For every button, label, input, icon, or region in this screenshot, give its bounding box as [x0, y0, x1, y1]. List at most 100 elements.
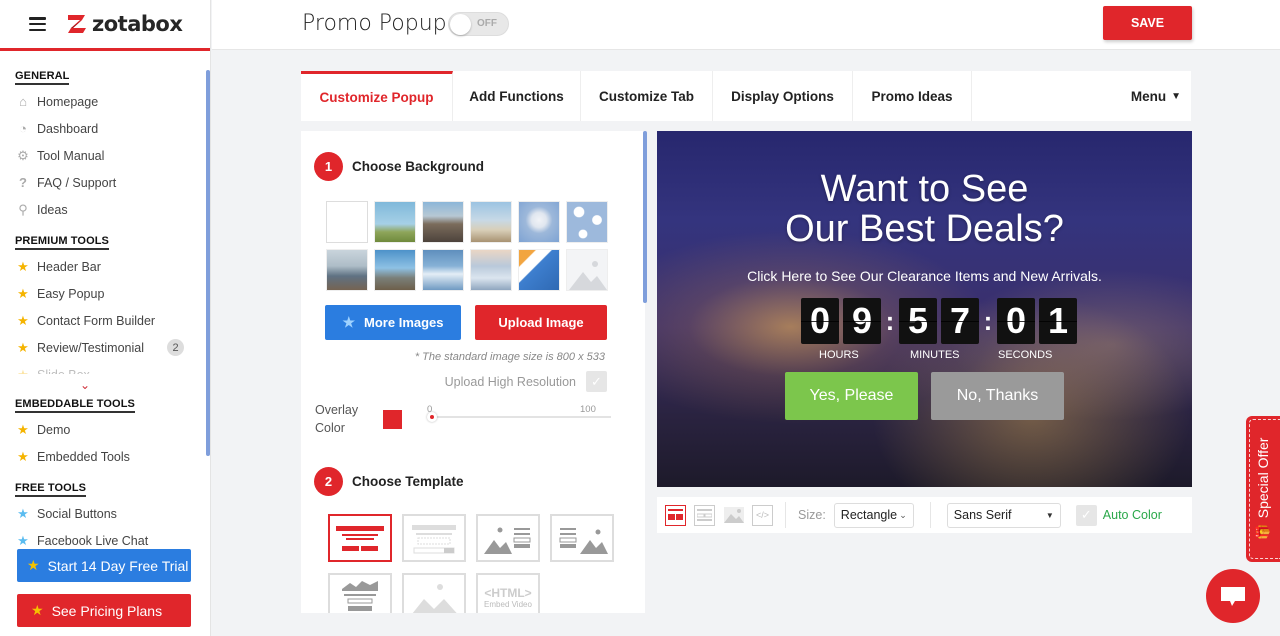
- template-image-left-icon: [484, 527, 531, 554]
- timer-digit: 9: [843, 298, 881, 344]
- bg-thumb-winter[interactable]: [470, 249, 512, 291]
- bg-thumb-city[interactable]: [422, 201, 464, 243]
- layout-form-icon[interactable]: [694, 504, 715, 526]
- sidebar-item-contact-form[interactable]: ★ Contact Form Builder: [0, 307, 206, 334]
- sidebar-item-easy-popup[interactable]: ★ Easy Popup: [0, 280, 206, 307]
- sidebar-item-social-buttons[interactable]: ★ Social Buttons: [0, 500, 206, 527]
- more-images-label: More Images: [364, 315, 444, 330]
- sidebar-item-faq[interactable]: ? FAQ / Support: [0, 169, 206, 196]
- timer-digit: 1: [1039, 298, 1077, 344]
- sidebar-item-embedded-tools[interactable]: ★ Embedded Tools: [0, 443, 206, 470]
- template-html-embed[interactable]: <HTML> Embed Video: [476, 573, 540, 613]
- layout-image-icon[interactable]: [723, 505, 744, 526]
- sidebar-scrollbar[interactable]: [206, 70, 210, 456]
- star-icon: ★: [27, 557, 40, 573]
- sidebar-item-review[interactable]: ★ Review/Testimonial 2: [0, 334, 206, 361]
- template-text-buttons[interactable]: [328, 514, 392, 562]
- font-select-value: Sans Serif: [953, 508, 1012, 522]
- sidebar-item-label: Ideas: [37, 202, 68, 217]
- layout-text-icon[interactable]: [665, 504, 686, 526]
- tab-customize-tab[interactable]: Customize Tab: [581, 71, 713, 121]
- upload-image-button[interactable]: Upload Image: [475, 305, 607, 340]
- sidebar-item-dashboard[interactable]: ◔ Dashboard: [0, 115, 206, 142]
- tab-promo-ideas[interactable]: Promo Ideas: [853, 71, 972, 121]
- template-image-top-icon: [342, 581, 378, 611]
- bg-thumb-car[interactable]: [374, 249, 416, 291]
- bg-thumb-blank[interactable]: [326, 201, 368, 243]
- slider-handle[interactable]: [427, 412, 437, 422]
- html-template-sublabel: Embed Video: [484, 599, 532, 609]
- sidebar-item-homepage[interactable]: ⌂ Homepage: [0, 88, 206, 115]
- hamburger-icon[interactable]: [29, 17, 46, 31]
- bg-thumb-harbor[interactable]: [326, 249, 368, 291]
- star-icon: ★: [17, 448, 29, 464]
- free-trial-button[interactable]: ★ Start 14 Day Free Trial: [17, 549, 191, 582]
- bg-thumb-illustration[interactable]: [518, 249, 560, 291]
- sidebar-item-label: Contact Form Builder: [37, 313, 156, 328]
- logo[interactable]: zotabox: [66, 12, 183, 36]
- overlay-label-line1: Overlay: [315, 403, 359, 417]
- bg-thumb-wave[interactable]: [422, 249, 464, 291]
- tab-display-options[interactable]: Display Options: [713, 71, 853, 121]
- template-image-top[interactable]: [328, 573, 392, 613]
- bg-thumb-daisies[interactable]: [566, 201, 608, 243]
- yes-please-button[interactable]: Yes, Please: [785, 372, 918, 420]
- overlay-opacity-slider[interactable]: [427, 412, 611, 422]
- toggle-knob: [450, 14, 471, 35]
- pricing-plans-label: See Pricing Plans: [51, 602, 163, 619]
- font-select[interactable]: Sans Serif ▼: [946, 502, 1061, 528]
- pricing-plans-button[interactable]: ★ See Pricing Plans: [17, 594, 191, 627]
- star-icon: ★: [17, 421, 29, 437]
- tab-add-functions[interactable]: Add Functions: [453, 71, 581, 121]
- special-offer-tab[interactable]: 🎁 Special Offer: [1246, 416, 1280, 562]
- template-image-right-icon: [559, 528, 608, 554]
- high-resolution-option: Upload High Resolution ✓: [445, 371, 607, 392]
- bg-thumb-lighthouse[interactable]: [470, 201, 512, 243]
- auto-color-checkbox[interactable]: ✓: [1075, 504, 1097, 526]
- chat-button[interactable]: [1206, 569, 1260, 623]
- bg-thumb-heart-cloud[interactable]: [518, 201, 560, 243]
- more-images-button[interactable]: ★ More Images: [325, 305, 461, 340]
- template-image-right[interactable]: [550, 514, 614, 562]
- sidebar-item-ideas[interactable]: ⚲ Ideas: [0, 196, 206, 223]
- layout-html-icon[interactable]: </>: [752, 504, 773, 526]
- size-label: Size:: [798, 508, 826, 522]
- menu-dropdown[interactable]: Menu ▼: [1131, 71, 1191, 121]
- template-image-left[interactable]: [476, 514, 540, 562]
- preview-title-line1: Want to See: [820, 168, 1029, 210]
- sidebar-item-demo[interactable]: ★ Demo: [0, 416, 206, 443]
- chevron-down-icon[interactable]: ⌄: [80, 378, 90, 392]
- template-form[interactable]: [402, 514, 466, 562]
- high-resolution-checkbox[interactable]: ✓: [586, 371, 607, 392]
- image-placeholder-icon: [569, 261, 607, 290]
- sidebar-item-header-bar[interactable]: ★ Header Bar: [0, 253, 206, 280]
- template-options: <HTML> Embed Video: [328, 514, 614, 613]
- save-button[interactable]: SAVE: [1103, 6, 1192, 40]
- size-select-value: Rectangle: [840, 508, 898, 522]
- sidebar-item-tool-manual[interactable]: ⚙ Tool Manual: [0, 142, 206, 169]
- sidebar-item-slide-box[interactable]: ★ Slide Box: [0, 361, 206, 375]
- step-number: 1: [314, 152, 343, 181]
- high-resolution-label: Upload High Resolution: [444, 374, 576, 389]
- tab-customize-popup[interactable]: Customize Popup: [301, 71, 453, 121]
- overlay-color-swatch[interactable]: [383, 410, 402, 429]
- sidebar-item-label: Embedded Tools: [37, 449, 130, 464]
- bg-thumb-field[interactable]: [374, 201, 416, 243]
- menu-label: Menu: [1130, 88, 1167, 104]
- panel-scrollbar[interactable]: [643, 131, 647, 303]
- section-premium-title: PREMIUM TOOLS: [15, 235, 109, 250]
- sidebar-item-label: Easy Popup: [37, 286, 105, 301]
- html-template-label: <HTML>: [484, 585, 532, 600]
- toggle-state: OFF: [477, 18, 497, 29]
- template-form-icon: [412, 525, 456, 554]
- logo-text: zotabox: [92, 12, 183, 36]
- sidebar-item-label: Tool Manual: [37, 148, 105, 163]
- template-image-only[interactable]: [402, 573, 466, 613]
- caret-down-icon: ▼: [1171, 90, 1181, 102]
- no-thanks-button[interactable]: No, Thanks: [931, 372, 1064, 420]
- bg-thumb-placeholder[interactable]: [566, 249, 608, 291]
- gift-icon: 🎁: [1255, 524, 1270, 541]
- size-select[interactable]: Rectangle ⌄: [833, 502, 914, 528]
- toolbar-divider: [785, 502, 786, 528]
- enable-toggle[interactable]: OFF: [448, 12, 509, 36]
